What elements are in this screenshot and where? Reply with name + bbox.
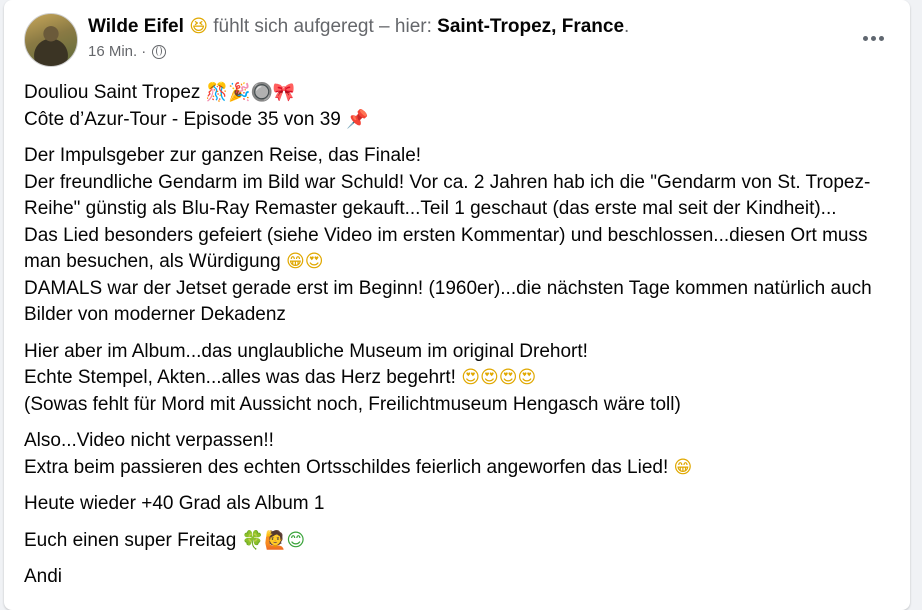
- post-line: Der freundliche Gendarm im Bild war Schu…: [24, 171, 871, 193]
- party-emoji-icon: 🎊🎉🔘🎀: [205, 82, 296, 103]
- post-header: Wilde Eifel 😆 fühlt sich aufgeregt – hie…: [88, 14, 629, 40]
- post-line: Heute wieder +40 Grad als Album 1: [24, 493, 325, 514]
- post-paragraph: Heute wieder +40 Grad als Album 1: [24, 491, 904, 518]
- post-text: Côte d’Azur-Tour - Episode 35 von 39: [24, 108, 347, 130]
- grin-emoji-icon: 😁: [673, 456, 693, 478]
- post-line: Euch einen super Freitag 🍀🙋😊: [24, 528, 904, 555]
- location-suffix: .: [624, 16, 630, 37]
- pushpin-emoji-icon: 📌: [346, 108, 369, 130]
- post-line: Der Impulsgeber zur ganzen Reise, das Fi…: [24, 145, 422, 166]
- grin-heart-eyes-emoji-icon: 😁😍: [285, 251, 324, 272]
- post-line: Bilder von moderner Dekadenz: [24, 304, 286, 325]
- post-line: Côte d’Azur-Tour - Episode 35 von 39 📌: [24, 107, 904, 134]
- post-line: man besuchen, als Würdigung 😁😍: [24, 249, 904, 276]
- author-name[interactable]: Wilde Eifel: [88, 16, 184, 37]
- post-signature: Andi: [24, 566, 63, 587]
- feeling-emoji-icon: 😆: [189, 16, 208, 37]
- post-paragraph: Andi: [24, 564, 904, 591]
- post-line: DAMALS war der Jetset gerade erst im Beg…: [24, 277, 872, 299]
- post-line: Hier aber im Album...das unglaubliche Mu…: [24, 340, 588, 362]
- dot-icon: [878, 35, 884, 41]
- feeling-text: fühlt sich aufgeregt – hier:: [207, 16, 438, 37]
- location-link[interactable]: Saint-Tropez, France: [437, 16, 624, 37]
- post-line: Douliou Saint Tropez 🎊🎉🔘🎀: [24, 80, 904, 107]
- clover-wave-smile-emoji-icon: 🍀🙋😊: [241, 529, 306, 551]
- post-meta: 16 Min. ·: [88, 43, 167, 60]
- post-line: Reihe" günstig als Blu-Ray Remaster geka…: [24, 198, 837, 219]
- post-text: man besuchen, als Würdigung: [24, 251, 286, 272]
- post-paragraph: Der Impulsgeber zur ganzen Reise, das Fi…: [24, 143, 904, 329]
- globe-icon[interactable]: [152, 44, 167, 59]
- post-paragraph: Douliou Saint Tropez 🎊🎉🔘🎀 Côte d’Azur-To…: [24, 80, 904, 133]
- dot-icon: [870, 35, 876, 41]
- meta-separator: ·: [141, 43, 147, 60]
- post-line: (Sowas fehlt für Mord mit Aussicht noch,…: [24, 393, 681, 415]
- post-body: Douliou Saint Tropez 🎊🎉🔘🎀 Côte d’Azur-To…: [24, 80, 904, 601]
- more-options-button[interactable]: [854, 22, 892, 54]
- post-text: Echte Stempel, Akten...alles was das Her…: [24, 367, 462, 388]
- dot-icon: [862, 35, 868, 41]
- heart-eyes-emoji-icon: 😍😍😍😍: [461, 367, 537, 388]
- post-line: Extra beim passieren des echten Ortsschi…: [24, 455, 904, 482]
- author-avatar[interactable]: [24, 13, 78, 67]
- post-timestamp[interactable]: 16 Min.: [88, 43, 137, 60]
- post-paragraph: Hier aber im Album...das unglaubliche Mu…: [24, 339, 904, 419]
- post-text: Douliou Saint Tropez: [24, 82, 206, 103]
- post-line: Also...Video nicht verpassen!!: [24, 430, 274, 451]
- post-paragraph: Also...Video nicht verpassen!! Extra bei…: [24, 428, 904, 481]
- post-paragraph: Euch einen super Freitag 🍀🙋😊: [24, 528, 904, 555]
- post-card: Wilde Eifel 😆 fühlt sich aufgeregt – hie…: [4, 0, 910, 610]
- post-text: Extra beim passieren des echten Ortsschi…: [24, 456, 674, 478]
- post-text: Euch einen super Freitag: [24, 529, 242, 551]
- post-line: Das Lied besonders gefeiert (siehe Video…: [24, 224, 868, 246]
- post-line: Echte Stempel, Akten...alles was das Her…: [24, 365, 904, 392]
